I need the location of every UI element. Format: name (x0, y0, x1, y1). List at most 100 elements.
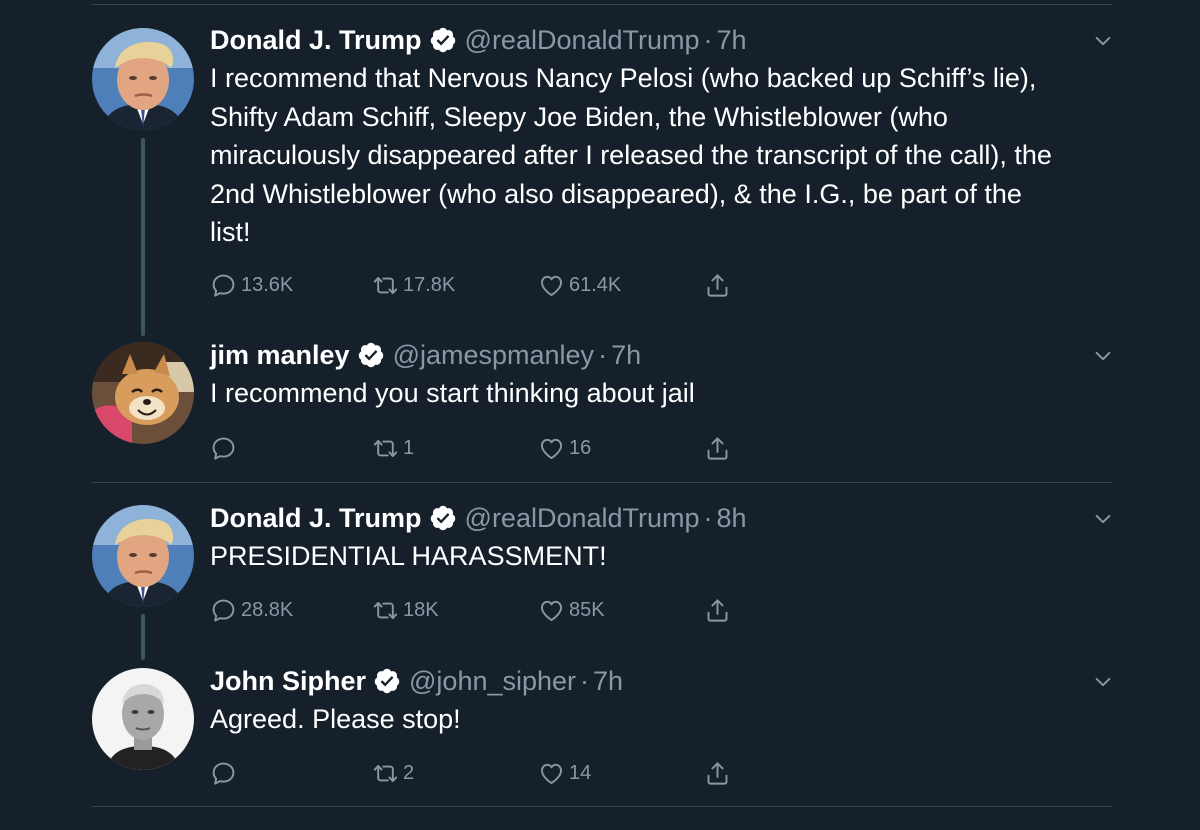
tweet-header: jim manley @jamespmanley · 7h (210, 337, 1110, 373)
trump-avatar-image (92, 28, 194, 130)
retweet-count: 2 (403, 761, 415, 784)
chevron-down-icon[interactable] (1092, 30, 1114, 52)
author-name[interactable]: Donald J. Trump (210, 503, 422, 534)
action-bar: 28.8K 18K 85K (210, 593, 750, 627)
like-count: 16 (569, 436, 592, 459)
reply-count: 13.6K (241, 273, 294, 296)
tweet-content: Donald J. Trump @realDonaldTrump · 7h I … (210, 22, 1110, 252)
like-count: 61.4K (569, 273, 622, 296)
tweet-header: John Sipher @john_sipher · 7h (210, 663, 1110, 699)
heart-icon (538, 435, 565, 462)
action-bar: 1 16 (210, 431, 750, 465)
tweet-text-line: miraculously disappeared after I release… (210, 140, 1052, 170)
tweet-text-line: PRESIDENTIAL HARASSMENT! (210, 541, 607, 571)
tweet-text: I recommend you start thinking about jai… (210, 374, 1110, 413)
avatar[interactable] (92, 28, 194, 130)
dog-avatar-image (92, 342, 194, 444)
avatar[interactable] (92, 668, 194, 770)
reply-button[interactable]: 13.6K (210, 268, 293, 302)
author-name[interactable]: Donald J. Trump (210, 25, 422, 56)
author-handle[interactable]: @realDonaldTrump (465, 503, 700, 534)
retweet-button[interactable]: 18K (372, 593, 439, 627)
share-icon (704, 760, 731, 787)
verified-badge-icon (373, 667, 401, 695)
like-count: 85K (569, 598, 605, 621)
timestamp[interactable]: 8h (717, 503, 747, 534)
retweet-button[interactable]: 1 (372, 431, 414, 465)
action-bar: 13.6K 17.8K 61.4K (210, 268, 750, 302)
tweet-text-line: 2nd Whistleblower (who also disappeared)… (210, 178, 1022, 209)
tweet-text-line: Agreed. Please stop! (210, 704, 461, 734)
verified-badge-icon (357, 341, 385, 369)
sipher-avatar-image (92, 668, 194, 770)
thread-connector-line (141, 138, 145, 336)
tweet-divider (92, 482, 1112, 483)
chevron-down-icon[interactable] (1092, 671, 1114, 693)
retweet-count: 17.8K (403, 273, 456, 296)
tweet-text-line: I recommend you start thinking about jai… (210, 378, 695, 408)
tweet-content: jim manley @jamespmanley · 7h I recommen… (210, 337, 1110, 413)
retweet-icon (372, 760, 399, 787)
reply-button[interactable]: 28.8K (210, 593, 293, 627)
bottom-divider (92, 806, 1112, 807)
tweet-text-line: list! (210, 217, 251, 247)
tweet-text-line: Shifty Adam Schiff, Sleepy Joe Biden, th… (210, 101, 948, 132)
reply-button[interactable] (210, 431, 241, 465)
retweet-icon (372, 272, 399, 299)
share-icon (704, 272, 731, 299)
reply-icon (210, 597, 237, 624)
heart-icon (538, 597, 565, 624)
author-handle[interactable]: @realDonaldTrump (465, 25, 700, 56)
tweet-text: PRESIDENTIAL HARASSMENT! (210, 537, 1110, 576)
thread-connector-line (141, 614, 145, 660)
share-button[interactable] (704, 756, 731, 790)
share-button[interactable] (704, 431, 731, 465)
share-icon (704, 597, 731, 624)
tweet-text: I recommend that Nervous Nancy Pelosi (w… (210, 59, 1110, 252)
author-handle[interactable]: @john_sipher (409, 666, 576, 697)
author-handle[interactable]: @jamespmanley (393, 340, 595, 371)
reply-button[interactable] (210, 756, 241, 790)
retweet-icon (372, 597, 399, 624)
reply-icon (210, 760, 237, 787)
retweet-icon (372, 435, 399, 462)
avatar[interactable] (92, 342, 194, 444)
share-button[interactable] (704, 593, 731, 627)
like-button[interactable]: 14 (538, 756, 591, 790)
separator-dot: · (703, 24, 713, 55)
share-button[interactable] (704, 268, 731, 302)
tweet-content: John Sipher @john_sipher · 7h Agreed. Pl… (210, 663, 1110, 739)
like-button[interactable]: 85K (538, 593, 605, 627)
like-button[interactable]: 16 (538, 431, 591, 465)
tweet-text-line: I recommend that Nervous Nancy Pelosi (w… (210, 63, 1037, 93)
heart-icon (538, 272, 565, 299)
heart-icon (538, 760, 565, 787)
timestamp[interactable]: 7h (593, 666, 623, 697)
author-name[interactable]: jim manley (210, 340, 350, 371)
tweet-text: Agreed. Please stop! (210, 700, 1110, 739)
reply-icon (210, 435, 237, 462)
retweet-button[interactable]: 2 (372, 756, 414, 790)
share-icon (704, 435, 731, 462)
like-button[interactable]: 61.4K (538, 268, 621, 302)
reply-count: 28.8K (241, 598, 294, 621)
retweet-count: 18K (403, 598, 439, 621)
trump-avatar-image (92, 505, 194, 607)
timeline-feed: Donald J. Trump @realDonaldTrump · 7h I … (0, 0, 1200, 830)
avatar[interactable] (92, 505, 194, 607)
retweet-button[interactable]: 17.8K (372, 268, 455, 302)
verified-badge-icon (429, 504, 457, 532)
tweet-header: Donald J. Trump @realDonaldTrump · 8h (210, 500, 1110, 536)
author-name[interactable]: John Sipher (210, 666, 366, 697)
separator-dot: · (703, 502, 713, 533)
action-bar: 2 14 (210, 756, 750, 790)
like-count: 14 (569, 761, 592, 784)
reply-icon (210, 272, 237, 299)
top-divider (92, 4, 1112, 5)
timestamp[interactable]: 7h (611, 340, 641, 371)
chevron-down-icon[interactable] (1092, 508, 1114, 530)
chevron-down-icon[interactable] (1092, 345, 1114, 367)
tweet-content: Donald J. Trump @realDonaldTrump · 8h PR… (210, 500, 1110, 576)
retweet-count: 1 (403, 436, 415, 459)
timestamp[interactable]: 7h (717, 25, 747, 56)
